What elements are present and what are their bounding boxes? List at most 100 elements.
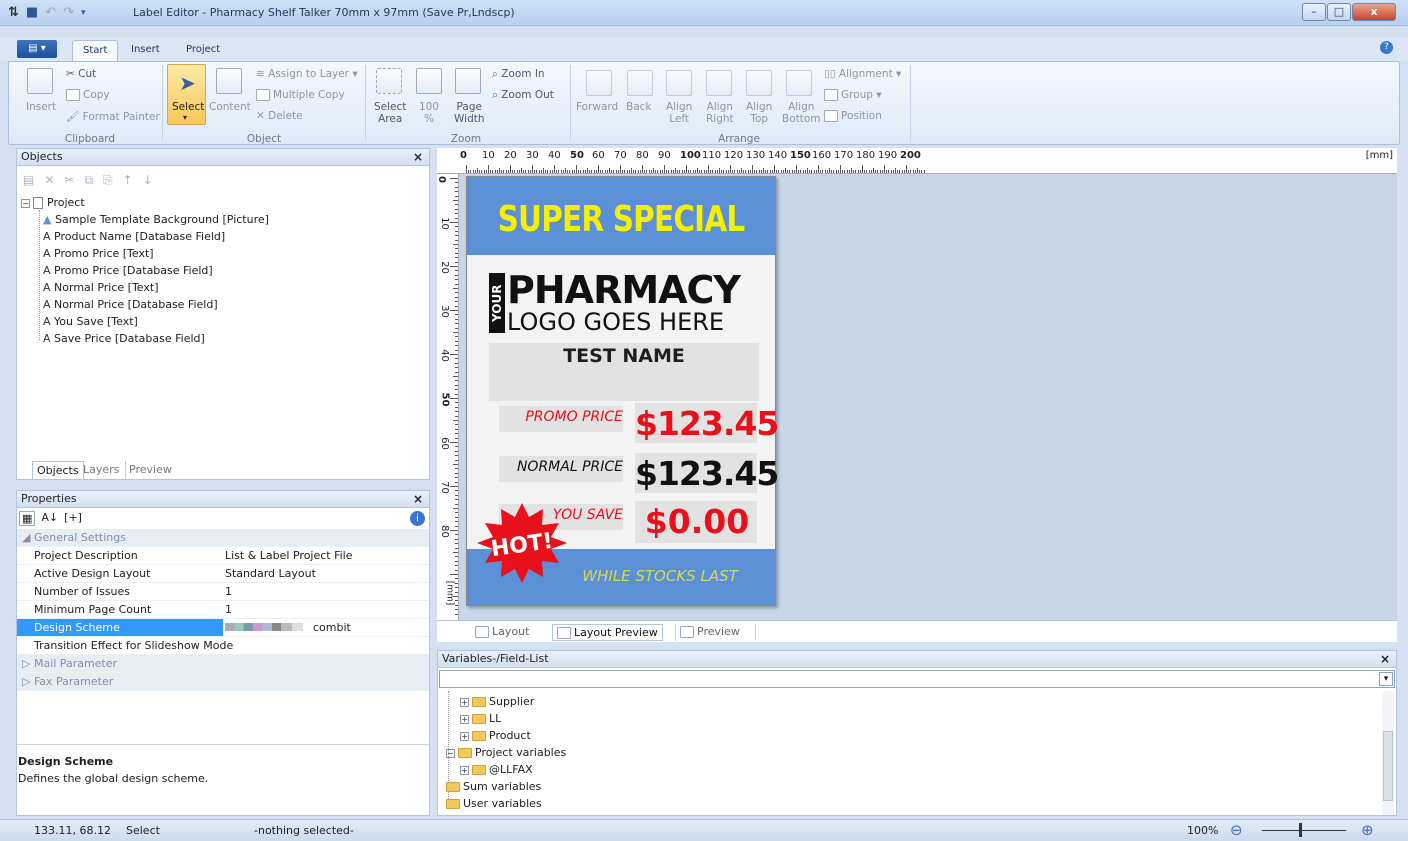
insert-icon[interactable]: [27, 68, 53, 94]
forward-button[interactable]: Forward: [576, 101, 618, 113]
delete-button[interactable]: ✕ Delete: [256, 110, 303, 122]
property-row[interactable]: Project Description List & Label Project …: [17, 547, 429, 565]
variable-item[interactable]: + LL: [460, 712, 501, 725]
collapse-icon[interactable]: −: [446, 748, 455, 758]
undo-icon[interactable]: ↶: [45, 5, 56, 20]
zoom-slider-thumb[interactable]: [1299, 823, 1302, 837]
zoom-in-button[interactable]: ⌕ Zoom In: [492, 68, 545, 81]
assign-to-layer-button[interactable]: ≋ Assign to Layer ▾: [256, 68, 358, 80]
expand-icon[interactable]: +: [460, 765, 469, 775]
variable-item[interactable]: − Project variables: [446, 746, 566, 759]
customize-dropdown-icon[interactable]: ▾: [81, 8, 86, 18]
tree-item[interactable]: A Save Price [Database Field]: [43, 332, 205, 345]
page-width-icon[interactable]: [455, 68, 481, 94]
help-icon[interactable]: ?: [1380, 41, 1393, 54]
content-icon[interactable]: [216, 68, 242, 94]
group-button[interactable]: Group ▾: [824, 89, 882, 101]
property-value[interactable]: 1: [225, 601, 232, 618]
expand-icon[interactable]: +: [460, 731, 469, 741]
insert-button[interactable]: Insert: [26, 101, 56, 113]
position-button[interactable]: Position: [824, 110, 882, 122]
file-menu-button[interactable]: ▤ ▾: [17, 40, 57, 58]
content-button[interactable]: Content: [209, 101, 251, 113]
tab-start[interactable]: Start: [72, 40, 119, 62]
scrollbar-thumb[interactable]: [1383, 731, 1393, 801]
select-button[interactable]: ➤ Select ▾: [167, 64, 206, 125]
tree-item[interactable]: A You Save [Text]: [43, 315, 138, 328]
maximize-button[interactable]: □: [1327, 3, 1351, 21]
cut-button[interactable]: ✂ Cut: [66, 68, 96, 80]
expand-icon[interactable]: +: [460, 714, 469, 724]
sort-alpha-icon[interactable]: A↓: [41, 511, 58, 526]
property-value[interactable]: Standard Layout: [225, 565, 316, 582]
back-button[interactable]: Back: [626, 101, 652, 113]
select-area-icon[interactable]: [376, 68, 402, 94]
property-value[interactable]: 1: [225, 583, 232, 600]
multiple-copy-button[interactable]: Multiple Copy: [256, 89, 345, 101]
select-area-button[interactable]: Select Area: [374, 101, 406, 125]
back-icon[interactable]: [627, 70, 653, 96]
expand-icon[interactable]: +: [460, 697, 469, 707]
align-top-icon[interactable]: [746, 70, 772, 96]
tree-item[interactable]: A Product Name [Database Field]: [43, 230, 225, 243]
copy-button[interactable]: Copy: [66, 89, 110, 101]
copy-icon[interactable]: ⧉: [84, 173, 93, 188]
delete-icon[interactable]: ✕: [44, 173, 54, 188]
align-left-button[interactable]: Align Left: [666, 101, 692, 125]
align-bottom-button[interactable]: Align Bottom: [782, 101, 821, 125]
save-price-value[interactable]: $0.00: [635, 502, 759, 541]
close-button[interactable]: x: [1352, 3, 1396, 21]
tab-layers[interactable]: Layers: [83, 461, 119, 480]
close-icon[interactable]: ×: [413, 149, 423, 165]
property-row[interactable]: Active Design Layout Standard Layout: [17, 565, 429, 583]
promo-price-value[interactable]: $123.45: [635, 404, 779, 443]
property-row[interactable]: Transition Effect for Slideshow Mode: [17, 637, 429, 655]
tree-item[interactable]: A Promo Price [Text]: [43, 247, 154, 260]
zoom-in-icon[interactable]: ⊕: [1361, 821, 1374, 839]
align-right-button[interactable]: Align Right: [706, 101, 734, 125]
move-up-icon[interactable]: ↑: [123, 173, 133, 188]
align-left-icon[interactable]: [666, 70, 692, 96]
align-right-icon[interactable]: [706, 70, 732, 96]
forward-icon[interactable]: [586, 70, 612, 96]
zoom-slider-track[interactable]: [1262, 830, 1346, 831]
paste-icon[interactable]: ⎘: [103, 173, 113, 188]
info-icon[interactable]: i: [410, 511, 425, 526]
tree-item[interactable]: A Normal Price [Database Field]: [43, 298, 218, 311]
zoom-out-button[interactable]: ⌕ Zoom Out: [492, 89, 554, 102]
logo-main-text[interactable]: PHARMACY: [507, 268, 741, 312]
zoom-100-button[interactable]: 100%: [419, 101, 439, 125]
tree-root[interactable]: − Project: [21, 196, 85, 209]
close-icon[interactable]: ×: [413, 491, 423, 507]
align-bottom-icon[interactable]: [786, 70, 812, 96]
group-general-settings[interactable]: ◢ General Settings: [17, 529, 429, 547]
tree-item[interactable]: A Promo Price [Database Field]: [43, 264, 213, 277]
scrollbar[interactable]: [1382, 691, 1394, 815]
variable-filter-dropdown[interactable]: ▾: [439, 670, 1395, 688]
alignment-button[interactable]: ▯▯ Alignment ▾: [824, 68, 901, 80]
tab-insert[interactable]: Insert: [121, 40, 170, 62]
variable-item[interactable]: User variables: [446, 797, 542, 810]
normal-price-label[interactable]: NORMAL PRICE: [499, 459, 623, 475]
property-row[interactable]: Number of Issues 1: [17, 583, 429, 601]
property-value[interactable]: List & Label Project File: [225, 547, 353, 564]
redo-icon[interactable]: ↷: [63, 5, 74, 20]
cut-icon[interactable]: ✂: [64, 173, 74, 188]
properties-icon[interactable]: ▤: [23, 173, 34, 188]
group-fax-parameter[interactable]: ▷ Fax Parameter: [17, 673, 429, 691]
footer-text[interactable]: WHILE STOCKS LAST: [555, 567, 765, 585]
page-width-button[interactable]: Page Width: [454, 101, 485, 125]
tab-preview-view[interactable]: Preview: [675, 624, 740, 641]
tab-objects[interactable]: Objects: [32, 461, 84, 480]
logo-sub-text[interactable]: LOGO GOES HERE: [507, 308, 724, 336]
zoom-out-icon[interactable]: ⊖: [1230, 821, 1243, 839]
property-value[interactable]: combit: [313, 619, 351, 636]
tab-layout[interactable]: Layout: [475, 624, 529, 641]
categorized-icon[interactable]: ▦: [19, 511, 36, 526]
move-down-icon[interactable]: ↓: [143, 173, 153, 188]
property-row[interactable]: Design Scheme combit: [17, 619, 429, 637]
format-painter-button[interactable]: 🖌 Format Painter: [66, 110, 160, 123]
normal-price-value[interactable]: $123.45: [635, 454, 779, 493]
align-top-button[interactable]: Align Top: [746, 101, 772, 125]
tree-item[interactable]: A Normal Price [Text]: [43, 281, 159, 294]
